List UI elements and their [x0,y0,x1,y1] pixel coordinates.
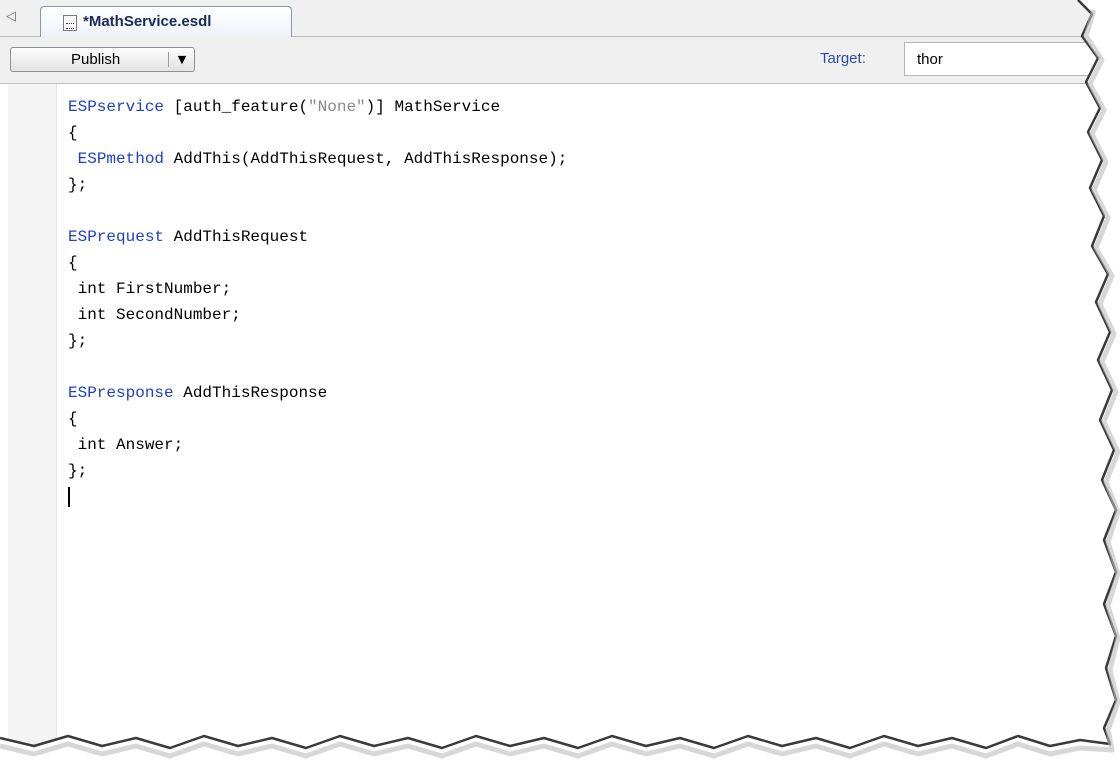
tab-mathservice-esdl[interactable]: *MathService.esdl [40,6,292,37]
editor-gutter [8,84,57,748]
code-text: )] MathService [365,98,501,116]
code-text: AddThis(AddThisRequest, AddThisResponse)… [164,150,568,168]
code-line: }; [68,462,88,480]
scroll-left-icon[interactable]: ◁ [6,9,16,24]
code-line-cursor [68,484,567,510]
code-text: AddThisRequest [164,228,309,246]
tab-bar: ◁ *MathService.esdl [0,0,1116,37]
button-separator [168,52,169,67]
text-cursor [68,486,70,507]
keyword: ESPservice [68,98,165,116]
code-line: ESPservice [auth_feature("None")] MathSe… [68,94,567,120]
code-line: }; [68,176,88,194]
toolbar: Publish ▼ Target: [0,37,1116,84]
code-line: int FirstNumber; [68,280,232,298]
publish-button[interactable]: Publish ▼ [10,47,195,72]
target-label: Target: [820,50,866,67]
code-area[interactable]: ESPservice [auth_feature("None")] MathSe… [68,94,567,510]
code-text: [auth_feature( [164,98,309,116]
code-line: ESPrequest AddThisRequest [68,224,567,250]
code-line: ESPresponse AddThisResponse [68,380,567,406]
code-line: int Answer; [68,436,184,454]
code-line: { [68,124,78,142]
file-icon [63,15,77,31]
code-line: { [68,410,78,428]
code-line: }; [68,332,88,350]
keyword: ESPmethod [77,150,165,168]
publish-label: Publish [71,51,121,68]
tab-title: *MathService.esdl [83,13,212,30]
code-text: AddThisResponse [173,384,328,402]
code-line: ESPmethod AddThis(AddThisRequest, AddThi… [68,146,568,172]
code-line: int SecondNumber; [68,306,241,324]
string-literal: "None" [308,98,366,116]
target-input[interactable] [904,42,1116,76]
code-line: { [68,254,78,272]
chevron-down-icon[interactable]: ▼ [173,51,191,69]
editor-window: ◁ *MathService.esdl Publish ▼ Target: ES… [0,0,1116,748]
code-editor[interactable]: ESPservice [auth_feature("None")] MathSe… [0,84,1116,748]
keyword: ESPrequest [68,228,165,246]
keyword: ESPresponse [68,384,174,402]
